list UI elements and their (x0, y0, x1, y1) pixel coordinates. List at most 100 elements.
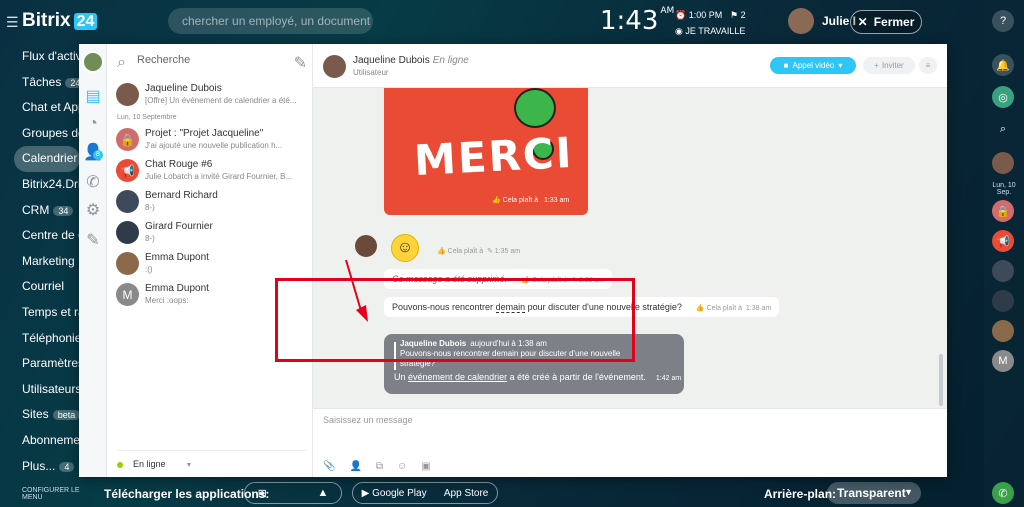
avatar[interactable] (82, 51, 104, 73)
menu-item[interactable]: Paramètres (0, 351, 80, 377)
smiley-icon[interactable]: ☺ (397, 461, 407, 472)
menu-item[interactable]: Courriel (0, 274, 80, 300)
megaphone-icon[interactable]: 📢 (992, 230, 1014, 252)
portal-search-input[interactable]: chercher un employé, un document ou autr… (168, 8, 373, 34)
search-icon[interactable]: ⌕ (992, 118, 1014, 140)
status-select[interactable]: En ligne ▼ (117, 450, 307, 469)
list-search[interactable]: ⌕ Recherche ✎ (117, 53, 307, 73)
desktop-apps: ⊞ ▲ (244, 482, 342, 504)
bell-icon[interactable]: 🔔 (992, 54, 1014, 76)
chat-name: Projet : "Projet Jacqueline" (145, 128, 264, 139)
app-store-button[interactable]: App Store (444, 488, 488, 499)
google-play-button[interactable]: ▶ Google Play (362, 488, 427, 499)
menu-item-label: Téléphonie (22, 330, 80, 345)
close-button[interactable]: ✕ Fermer (850, 10, 922, 34)
lock-icon[interactable]: 🔒 (992, 200, 1014, 222)
frog-sticker (514, 88, 556, 128)
recent-list: Jaqueline Dubois [Offre] Un événement de … (107, 80, 313, 311)
sticker-message: MERCI 👍 Cela plaît à 1:33 am (384, 88, 588, 215)
menu-item-count: 24 (65, 77, 80, 88)
menu-item[interactable]: Chat et Appels (0, 95, 80, 121)
message-input[interactable]: Saisissez un message (323, 415, 413, 425)
work-status[interactable]: ◉ JE TRAVAILLE (675, 26, 745, 37)
menu-item[interactable]: Sites beta (0, 402, 80, 428)
chat-settings-button[interactable]: ≡ (919, 57, 937, 74)
menu-item[interactable]: Téléphonie (0, 326, 80, 352)
avatar (116, 221, 139, 244)
feedback-icon[interactable]: ✎ (85, 232, 101, 249)
composer-tools: 📎 👤 ⧉ ☺ ▣ (323, 461, 431, 472)
timeline-icon[interactable]: ◎ (992, 86, 1014, 108)
list-item[interactable]: Jaqueline Dubois [Offre] Un événement de … (107, 80, 313, 111)
menu-item[interactable]: Calendrier (14, 146, 80, 172)
new-chat-icon[interactable]: ✎ (294, 53, 307, 73)
menu-item[interactable]: Marketing (0, 249, 80, 275)
chat-scrollbar[interactable] (939, 354, 943, 406)
contact-avatar[interactable] (992, 260, 1014, 282)
menu-item[interactable]: Groupes de travail (0, 121, 80, 147)
menu-item[interactable]: Tâches 24 (0, 70, 80, 96)
list-item[interactable]: 🔒 Projet : "Projet Jacqueline" J'ai ajouté… (107, 125, 313, 156)
avatar[interactable] (788, 8, 814, 34)
chat-name: Chat Rouge #6 (145, 159, 213, 170)
chat-header: Jaqueline Dubois En ligne Utilisateur ■ Ap… (313, 44, 947, 88)
help-icon[interactable]: ? (992, 10, 1014, 32)
chat-name: Jaqueline Dubois (145, 83, 222, 94)
menu-item[interactable]: Plus... 4 (0, 454, 80, 480)
chevron-down-icon: ▼ (904, 487, 913, 497)
menu-item-label: Marketing (22, 253, 75, 268)
chat-role: Utilisateur (353, 68, 389, 77)
list-item[interactable]: 📢 Chat Rouge #6 Julie Lobatch a invité Gir… (107, 156, 313, 187)
file-icon[interactable]: ▣ (421, 461, 430, 472)
list-item[interactable]: Emma Dupont :() (107, 249, 313, 280)
video-call-button[interactable]: ■ Appel vidéo ▾ (770, 57, 856, 74)
list-item[interactable]: Bernard Richard 8-) (107, 187, 313, 218)
chat-preview: 8-) (145, 234, 155, 243)
right-rail: ? 🔔 ◎ ⌕ Lun, 10 Sep. 🔒 📢 M ✆ (984, 0, 1024, 507)
contact-avatar[interactable]: M (992, 350, 1014, 372)
gear-icon[interactable]: ⚙ (85, 202, 101, 219)
message-composer: Saisissez un message 📎 👤 ⧉ ☺ ▣ (313, 408, 947, 477)
search-input[interactable]: Recherche (137, 54, 190, 66)
menu-item[interactable]: Flux d'activité (0, 44, 80, 70)
avatar[interactable] (323, 55, 346, 78)
menu-item-label: Abonnement (22, 432, 80, 447)
linux-icon[interactable]: ▲ (317, 487, 328, 499)
menu-item[interactable]: CRM 34 (0, 198, 80, 224)
notifications-icon[interactable]: ◔ (85, 115, 101, 132)
menu-item-label: Calendrier (22, 151, 78, 166)
bottom-bar: Télécharger les applications: ⊞ ▲ ▶ Goog… (0, 477, 1024, 507)
phone-icon[interactable]: ✆ (85, 174, 101, 191)
background-select[interactable]: Transparent ▼ (827, 482, 921, 504)
menu-item[interactable]: Centre de contact (0, 223, 80, 249)
contact-avatar[interactable] (992, 290, 1014, 312)
user-icon[interactable]: 👤 (349, 461, 361, 472)
chat-preview: Julie Lobatch a invité Girard Fournier, … (145, 172, 293, 181)
avatar[interactable] (355, 235, 377, 257)
format-icon[interactable]: ⧉ (376, 461, 383, 472)
notification-badge: 8 (93, 150, 103, 160)
contact-avatar[interactable] (992, 320, 1014, 342)
chat-preview: :() (145, 265, 153, 274)
chat-preview: J'ai ajouté une nouvelle publication h..… (145, 141, 283, 150)
menu-item[interactable]: Utilisateurs (0, 377, 80, 403)
windows-icon[interactable]: ⊞ (258, 487, 267, 500)
chat-title[interactable]: Jaqueline Dubois En ligne (353, 55, 469, 66)
task-flag: ⚑ 2 (730, 10, 746, 20)
menu-icon[interactable]: ☰ (6, 14, 19, 31)
menu-item[interactable]: Temps et rapports (0, 300, 80, 326)
arrow-annotation (345, 259, 368, 322)
calendar-event-link[interactable]: événement de calendrier (408, 372, 507, 382)
list-item[interactable]: Girard Fournier 8-) (107, 218, 313, 249)
menu-item[interactable]: Abonnement (0, 428, 80, 454)
invite-button[interactable]: + Inviter (863, 57, 915, 74)
avatar: M (116, 283, 139, 306)
attach-icon[interactable]: 📎 (323, 461, 335, 472)
chat-name: Bernard Richard (145, 190, 218, 201)
menu-item-label: Plus... (22, 458, 56, 473)
chat-icon[interactable]: ▤ (85, 88, 101, 105)
chat-name: Emma Dupont (145, 252, 209, 263)
sticker-text: MERCI (412, 127, 575, 186)
menu-item[interactable]: Bitrix24.Drive (0, 172, 80, 198)
contact-avatar[interactable] (992, 152, 1014, 174)
